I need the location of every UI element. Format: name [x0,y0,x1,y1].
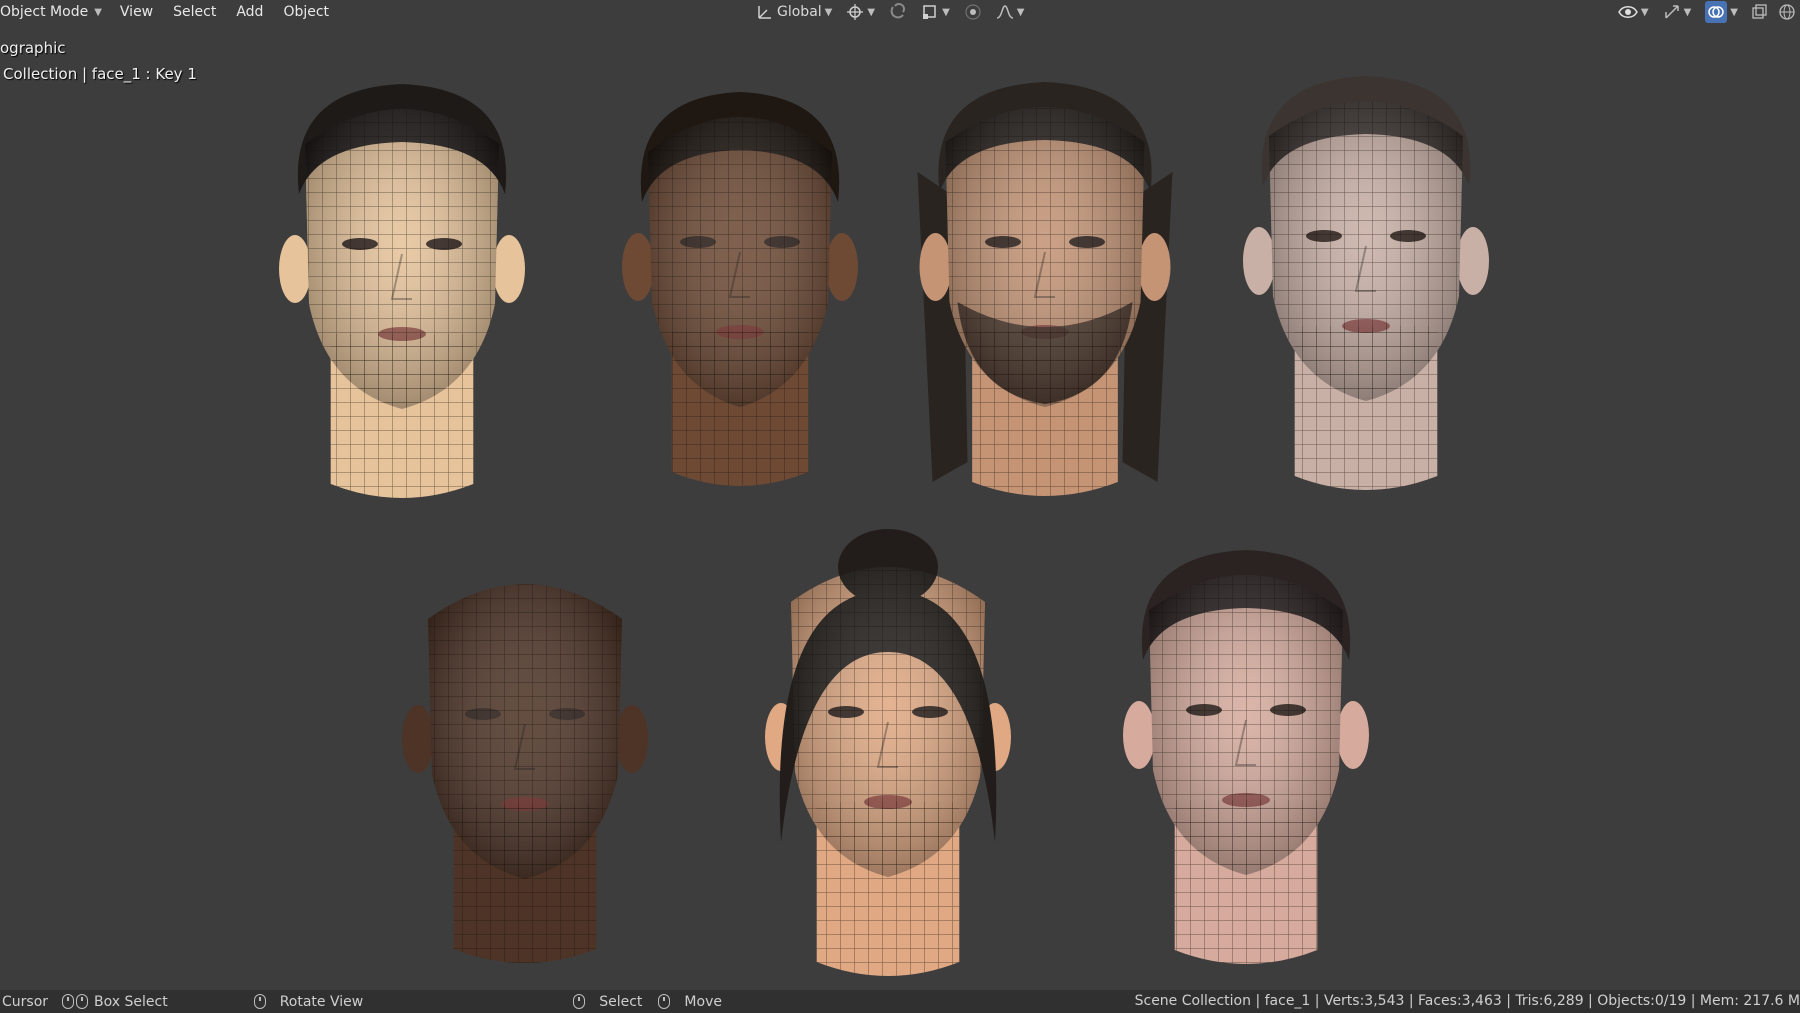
proportional-edit-toggle[interactable] [960,1,986,23]
mouse-left-icon [573,994,586,1009]
overlays-select[interactable]: ▼ [1701,1,1742,23]
status-bar: Cursor Box Select Rotate View Select Mov… [0,990,1800,1013]
status-cursor: Cursor [0,990,48,1013]
pivot-icon [847,4,864,20]
gizmo-select[interactable]: ▼ [1659,1,1696,23]
xray-toggle-icon[interactable] [1748,1,1770,23]
magnet-icon [890,3,906,19]
status-move: Move [658,990,722,1013]
3d-viewport[interactable]: ographic Collection | face_1 : Key 1 [0,24,1800,990]
mouse-icon [76,994,89,1009]
visibility-select[interactable]: ▼ [1614,1,1653,23]
status-select: Select [573,990,642,1013]
mouse-middle-icon [253,994,266,1009]
snap-target-icon [923,5,936,19]
head-model[interactable] [279,84,525,498]
head-model[interactable] [622,92,858,486]
chevron-down-icon: ▼ [1730,6,1738,18]
eye-icon [1618,6,1638,18]
chevron-down-icon: ▼ [94,6,102,18]
scene-statistics: Scene Collection | face_1 | Verts:3,543 … [1134,993,1800,1009]
display-tools: ▼ ▼ ▼ [1614,0,1800,24]
chevron-down-icon: ▼ [824,6,833,18]
head-model[interactable] [402,584,648,963]
status-select-label: Select [599,993,643,1010]
head-model[interactable] [1123,550,1369,964]
wireframe-shading-icon[interactable] [1776,1,1798,23]
head-model[interactable] [1243,76,1489,490]
status-move-label: Move [684,993,722,1010]
orientation-label: Global [777,4,822,20]
status-cursor-label: Cursor [2,993,49,1010]
head-model[interactable] [765,529,1011,976]
status-box-select-label: Box Select [94,993,168,1010]
menu-object[interactable]: Object [273,1,339,23]
gizmo-icon [1664,5,1679,19]
status-rotate-view-label: Rotate View [279,993,364,1010]
mouse-right-icon [658,994,671,1009]
chevron-down-icon: ▼ [867,6,876,18]
chevron-down-icon: ▼ [1016,6,1025,18]
chevron-down-icon: ▼ [1640,6,1649,18]
menu-add[interactable]: Add [226,1,273,23]
snap-target-select[interactable]: ▼ [917,1,954,23]
mode-select-label: Object Mode [0,4,89,20]
menu-view[interactable]: View [110,1,163,23]
head-model[interactable] [917,82,1173,496]
head-models [279,76,1489,976]
pivot-select[interactable]: ▼ [842,1,879,23]
status-rotate-view: Rotate View [253,990,364,1013]
falloff-curve-icon [996,5,1013,19]
chevron-down-icon: ▼ [1683,6,1692,18]
mode-select[interactable]: Object Mode ▼ [0,1,110,23]
viewport-header: Object Mode ▼ View Select Add Object Glo… [0,0,1800,24]
status-box-select: Box Select [62,990,168,1013]
orientation-select[interactable]: Global ▼ [752,1,836,23]
mouse-left-icon [62,994,75,1009]
menu-select[interactable]: Select [163,1,226,23]
snap-toggle[interactable] [885,1,911,23]
transform-tools: Global ▼ ▼ ▼ ▼ [752,0,1028,24]
axes-icon [758,6,771,19]
chevron-down-icon: ▼ [942,6,950,18]
overlays-icon [1705,1,1728,23]
proportional-edit-icon [965,4,981,20]
falloff-select[interactable]: ▼ [992,1,1029,23]
